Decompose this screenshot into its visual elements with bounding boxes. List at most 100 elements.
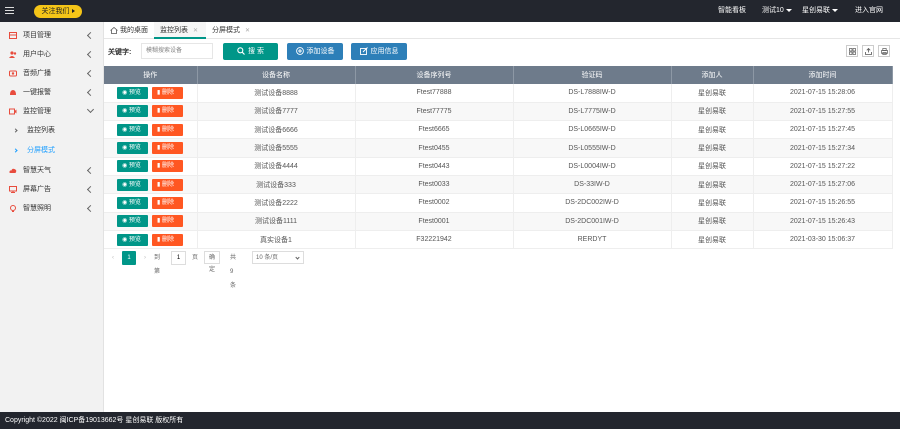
play-circle-icon: ◉ — [122, 108, 129, 115]
page-1-button[interactable]: 1 — [122, 251, 136, 265]
page-label: 页 — [192, 255, 199, 261]
preview-button[interactable]: ◉ 预览 — [117, 233, 148, 246]
edit-icon — [359, 47, 368, 56]
table-row: ◉ 预览 ▮ 删除 测试设备8888 Ftest77888 DS-L7888IW-D 星创… — [104, 84, 893, 103]
delete-button[interactable]: ▮ 删除 — [152, 123, 183, 136]
preview-button[interactable]: ◉ 预览 — [117, 123, 148, 136]
preview-button[interactable]: ◉ 预览 — [117, 142, 148, 155]
sidebar-item-users[interactable]: 用户中心 — [0, 45, 104, 64]
sidebar-item-screen-ads[interactable]: 屏幕广告 — [0, 180, 104, 199]
row-actions: ◉ 预览 ▮ 删除 — [104, 120, 198, 140]
footer: Copyright ©2022 闽ICP备19013662号 星创易联 版权所有 — [0, 412, 900, 429]
device-table: 操作 设备名称 设备序列号 验证码 添加人 添加时间 ◉ 预览 ▮ 删除 测试设备8… — [104, 66, 893, 250]
sidebar-item-alarm[interactable]: 一键报警 — [0, 83, 104, 102]
user-menu[interactable]: 测试10 — [762, 0, 792, 22]
follow-us-button[interactable]: 关注我们 — [34, 5, 82, 18]
preview-button[interactable]: ◉ 预览 — [117, 196, 148, 209]
added-by-cell: 星创易联 — [671, 230, 754, 250]
chevron-left-icon — [86, 88, 95, 97]
sidebar-subitem-monitor-list[interactable]: 监控列表 — [0, 121, 104, 140]
chevron-left-icon — [86, 31, 95, 40]
export-icon — [864, 47, 872, 55]
app-info-button[interactable]: 应用信息 — [351, 43, 407, 60]
serial-cell: Ftest77888 — [355, 84, 514, 103]
sidebar-item-projects[interactable]: 项目管理 — [0, 26, 104, 45]
verify-code-cell: RERDYT — [513, 230, 672, 250]
column-header-added-by[interactable]: 添加人 — [671, 66, 754, 84]
close-icon[interactable]: ✕ — [193, 28, 198, 34]
device-name-cell: 测试设备1111 — [197, 212, 356, 231]
added-time-cell: 2021-07-15 15:27:22 — [753, 157, 893, 176]
tab-split-screen[interactable]: 分屏模式 ✕ — [212, 22, 258, 39]
add-device-button[interactable]: 添加设备 — [287, 43, 343, 60]
tab-desktop[interactable]: 我的桌面 — [110, 22, 156, 39]
device-name-cell: 测试设备2222 — [197, 193, 356, 213]
smart-board-link[interactable]: 智能看板 — [718, 0, 746, 22]
menu-toggle-icon[interactable] — [4, 5, 15, 16]
column-header-device-name[interactable]: 设备名称 — [197, 66, 356, 84]
sidebar-subitem-split-screen[interactable]: 分屏模式 — [0, 141, 104, 160]
table-row: ◉ 预览 ▮ 删除 测试设备1111 Ftest0001 DS-2DC001IW-D 星创… — [104, 212, 893, 231]
added-by-cell: 星创易联 — [671, 175, 754, 195]
delete-button[interactable]: ▮ 删除 — [152, 142, 183, 155]
delete-button[interactable]: ▮ 删除 — [152, 160, 183, 173]
device-name-cell: 测试设备6666 — [197, 120, 356, 140]
verify-code-cell: DS-L0004IW-D — [513, 157, 672, 176]
search-button[interactable]: 搜 索 — [223, 43, 278, 60]
chevron-right-icon — [13, 148, 18, 153]
added-by-cell: 星创易联 — [671, 193, 754, 213]
goto-confirm-button[interactable]: 确定 — [204, 251, 221, 273]
export-button[interactable] — [862, 45, 874, 57]
serial-cell: Ftest0001 — [355, 212, 514, 231]
sidebar-item-monitoring[interactable]: 监控管理 — [0, 102, 104, 121]
chevron-left-icon — [86, 50, 95, 59]
preview-button[interactable]: ◉ 预览 — [117, 105, 148, 118]
delete-button[interactable]: ▮ 删除 — [152, 215, 183, 228]
column-header-added-time[interactable]: 添加时间 — [753, 66, 893, 84]
column-header-verify-code[interactable]: 验证码 — [513, 66, 672, 84]
row-actions: ◉ 预览 ▮ 删除 — [104, 157, 198, 176]
row-actions: ◉ 预览 ▮ 删除 — [104, 102, 198, 122]
plus-circle-icon — [295, 47, 304, 56]
close-icon[interactable]: ✕ — [245, 28, 250, 34]
total-count: 共 9 条 — [230, 255, 237, 289]
added-by-cell: 星创易联 — [671, 212, 754, 231]
column-header-serial[interactable]: 设备序列号 — [355, 66, 514, 84]
delete-button[interactable]: ▮ 删除 — [152, 105, 183, 118]
tab-monitor-list[interactable]: 监控列表 ✕ — [154, 22, 206, 39]
company-menu[interactable]: 星创易联 — [802, 0, 838, 22]
preview-button[interactable]: ◉ 预览 — [117, 178, 148, 191]
next-page-button[interactable]: › — [140, 251, 150, 265]
keyword-label: 关键字: — [108, 49, 132, 56]
search-icon — [237, 47, 245, 56]
verify-code-cell: DS-2DC001IW-D — [513, 212, 672, 231]
delete-button[interactable]: ▮ 删除 — [152, 86, 183, 99]
print-icon — [880, 47, 888, 55]
added-time-cell: 2021-07-15 15:26:55 — [753, 193, 893, 213]
preview-button[interactable]: ◉ 预览 — [117, 215, 148, 228]
official-site-link[interactable]: 进入官网 — [855, 0, 883, 22]
print-button[interactable] — [878, 45, 890, 57]
column-header-actions[interactable]: 操作 — [104, 66, 198, 84]
page-size-select[interactable]: 10 条/页 — [252, 251, 304, 264]
added-by-cell: 星创易联 — [671, 120, 754, 140]
goto-label: 到第 — [154, 255, 161, 275]
device-name-cell: 测试设备333 — [197, 175, 356, 195]
alarm-icon — [10, 90, 16, 95]
sidebar-item-weather[interactable]: 智慧天气 — [0, 161, 104, 180]
delete-button[interactable]: ▮ 删除 — [152, 196, 183, 209]
row-actions: ◉ 预览 ▮ 删除 — [104, 212, 198, 231]
columns-filter-button[interactable] — [846, 45, 858, 57]
sidebar-item-audio[interactable]: 音频广播 — [0, 64, 104, 83]
preview-button[interactable]: ◉ 预览 — [117, 86, 148, 99]
goto-page-input[interactable] — [171, 251, 186, 265]
sidebar-item-lighting[interactable]: 智慧照明 — [0, 199, 104, 218]
table-row: ◉ 预览 ▮ 删除 测试设备2222 Ftest0002 DS-2DC002IW-D 星创… — [104, 193, 893, 213]
prev-page-button[interactable]: ‹ — [108, 251, 118, 265]
delete-button[interactable]: ▮ 删除 — [152, 178, 183, 191]
play-circle-icon: ◉ — [122, 163, 129, 170]
search-input[interactable] — [141, 43, 213, 59]
delete-button[interactable]: ▮ 删除 — [152, 233, 183, 246]
preview-button[interactable]: ◉ 预览 — [117, 160, 148, 173]
added-by-cell: 星创易联 — [671, 138, 754, 158]
